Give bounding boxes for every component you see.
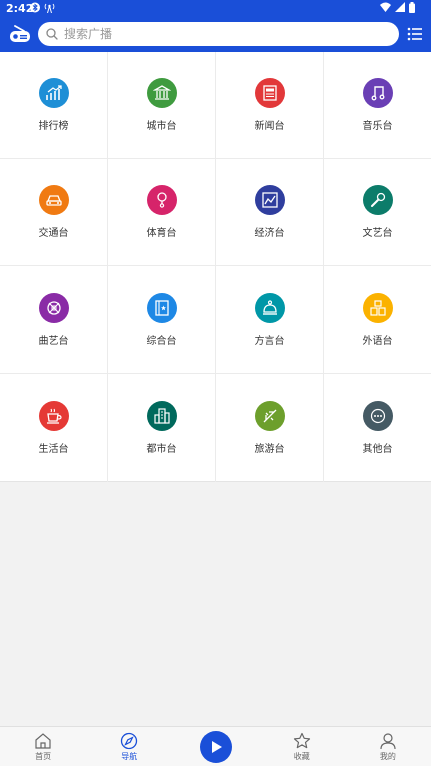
category-news[interactable]: 新闻台 [216, 52, 324, 159]
category-travel[interactable]: 旅游台 [216, 374, 324, 482]
star-icon [293, 732, 310, 748]
category-ranking[interactable]: 排行榜 [0, 52, 108, 159]
bell-icon [262, 299, 277, 315]
category-other[interactable]: 其他台 [324, 374, 431, 482]
category-economy[interactable]: 经济台 [216, 159, 324, 266]
search-bar[interactable] [38, 22, 399, 46]
sports-icon [156, 192, 167, 208]
category-label: 生活台 [38, 444, 69, 455]
tab-navigate[interactable]: 导航 [86, 727, 172, 766]
plane-icon [263, 409, 276, 423]
status-bar: 2:42 [0, 0, 431, 17]
play-button[interactable] [199, 730, 232, 763]
category-general[interactable]: 综合台 [108, 266, 216, 374]
category-label: 新闻台 [254, 121, 285, 132]
tab-navigate-label: 导航 [121, 751, 138, 761]
building-icon [152, 85, 171, 100]
category-traffic[interactable]: 交通台 [0, 159, 108, 266]
category-label: 经济台 [254, 228, 285, 239]
category-label: 方言台 [254, 335, 285, 347]
category-label: 排行榜 [38, 121, 69, 132]
list-menu-icon[interactable] [407, 26, 423, 42]
search-icon [46, 28, 58, 40]
app-header: 2:42 [0, 0, 431, 52]
category-foreign-language[interactable]: 外语台 [324, 266, 431, 374]
category-label: 文艺台 [362, 228, 393, 239]
city-icon [153, 408, 170, 424]
car-icon [45, 195, 62, 206]
microphone-icon [370, 192, 385, 207]
category-label: 曲艺台 [38, 335, 69, 347]
play-icon [211, 740, 222, 753]
cup-icon [46, 408, 62, 424]
newspaper-icon [262, 85, 277, 101]
category-label: 体育台 [146, 228, 177, 239]
category-label: 旅游台 [254, 444, 285, 455]
category-label: 综合台 [146, 335, 177, 347]
category-sports[interactable]: 体育台 [108, 159, 216, 266]
tab-mine[interactable]: 我的 [345, 727, 431, 766]
music-note-icon [371, 86, 384, 101]
tab-favorites[interactable]: 收藏 [259, 727, 345, 766]
search-input[interactable] [64, 27, 364, 41]
tab-favorites-label: 收藏 [293, 751, 310, 761]
tab-mine-label: 我的 [379, 751, 396, 761]
category-metro[interactable]: 都市台 [108, 374, 216, 482]
wifi-icon [380, 2, 391, 12]
bluetooth-icon [30, 2, 40, 13]
bottom-nav: 首页 导航 收藏 我的 [0, 726, 431, 766]
antenna-icon [44, 3, 55, 13]
category-label: 其他台 [362, 444, 393, 455]
category-city[interactable]: 城市台 [108, 52, 216, 159]
more-dots-icon [370, 408, 385, 424]
category-music[interactable]: 音乐台 [324, 52, 431, 159]
tab-home-label: 首页 [35, 751, 52, 761]
book-icon [154, 299, 169, 316]
radio-icon[interactable] [9, 25, 31, 43]
chart-up-icon [45, 85, 62, 100]
category-life[interactable]: 生活台 [0, 374, 108, 482]
economy-chart-icon [261, 192, 278, 208]
opera-icon [46, 300, 61, 315]
category-opera[interactable]: 曲艺台 [0, 266, 108, 374]
compass-icon [121, 732, 138, 749]
category-label: 都市台 [146, 444, 177, 455]
category-label: 外语台 [362, 335, 393, 347]
category-label: 音乐台 [362, 121, 393, 132]
category-label: 交通台 [38, 228, 69, 239]
language-icon [369, 299, 386, 316]
category-dialect[interactable]: 方言台 [216, 266, 324, 374]
category-label: 城市台 [146, 121, 177, 132]
signal-icon [395, 2, 405, 12]
battery-icon [409, 2, 415, 13]
category-grid: 排行榜 城市台 新闻台 音乐台 交通台 体育台 经济台 文艺台 曲艺台 综合台 … [0, 52, 431, 482]
user-icon [380, 732, 396, 749]
home-icon [35, 732, 51, 749]
tab-home[interactable]: 首页 [0, 727, 86, 766]
category-arts[interactable]: 文艺台 [324, 159, 431, 266]
